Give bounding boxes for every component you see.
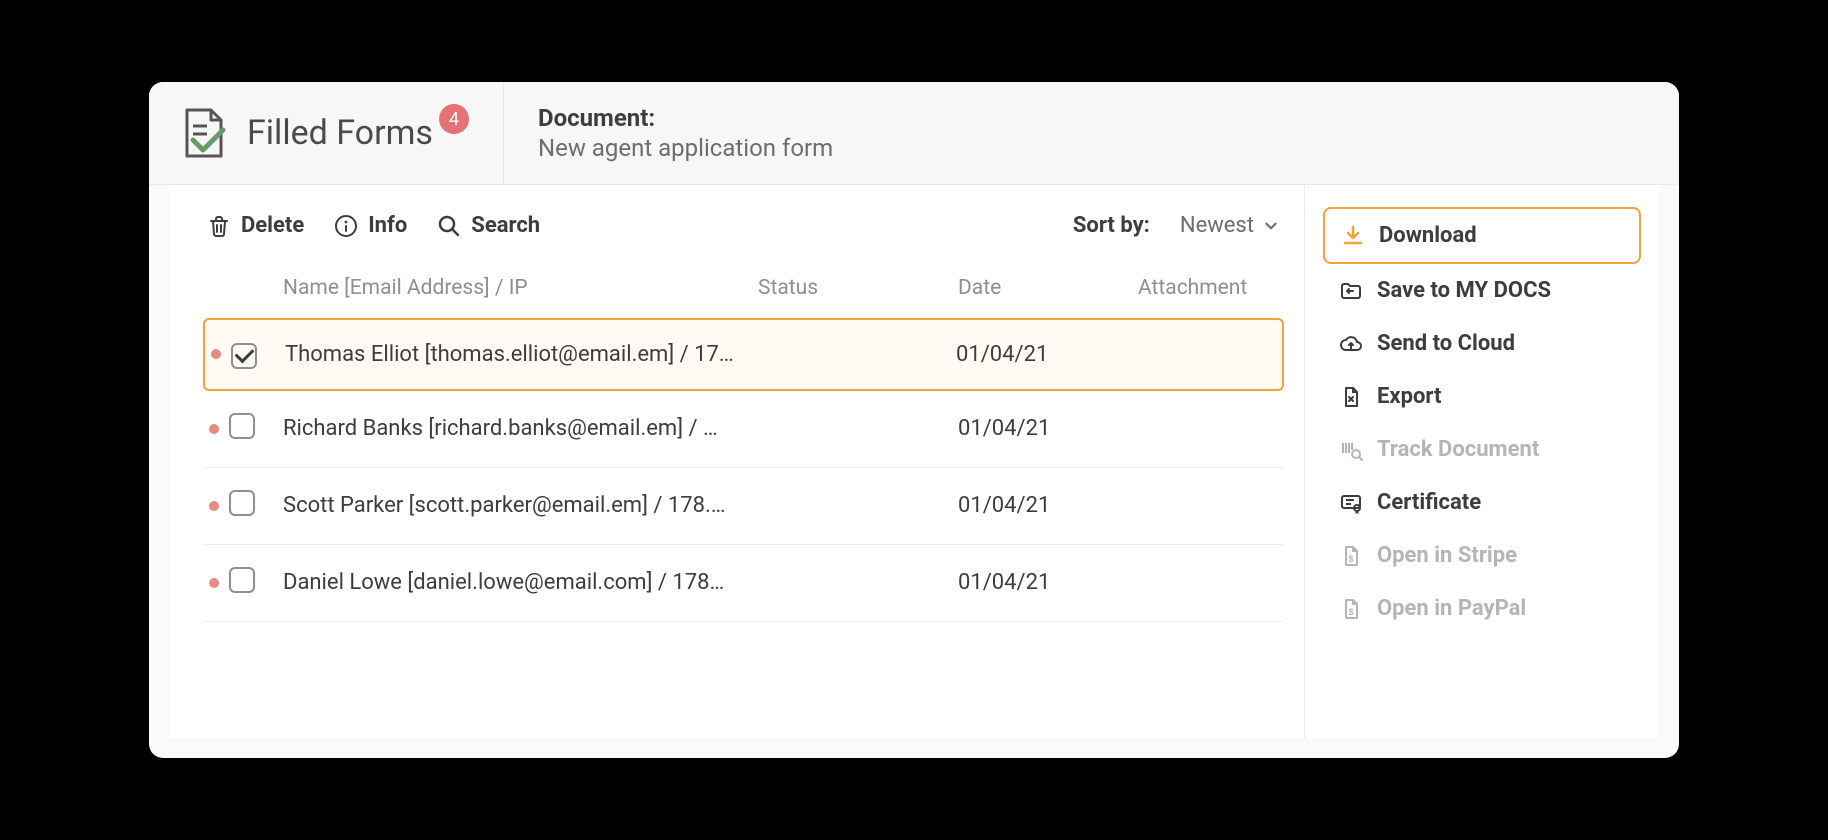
info-label: Info bbox=[368, 213, 407, 238]
content: Delete Info Search bbox=[169, 185, 1659, 738]
download-icon bbox=[1341, 224, 1365, 248]
row-checkbox[interactable] bbox=[231, 343, 257, 369]
row-date: 01/04/21 bbox=[958, 416, 1138, 441]
table-row[interactable]: Daniel Lowe [daniel.lowe@email.com] / 17… bbox=[203, 545, 1284, 622]
row-name: Richard Banks [richard.banks@email.em] /… bbox=[283, 416, 758, 441]
open-in-stripe-label: Open in Stripe bbox=[1377, 543, 1517, 568]
info-icon bbox=[334, 214, 358, 238]
sort-value-text: Newest bbox=[1180, 213, 1254, 238]
row-date: 01/04/21 bbox=[958, 493, 1138, 518]
table-row[interactable]: Richard Banks [richard.banks@email.em] /… bbox=[203, 391, 1284, 468]
track-document-label: Track Document bbox=[1377, 437, 1539, 462]
toolbar: Delete Info Search bbox=[203, 209, 1284, 266]
certificate-icon bbox=[1339, 491, 1363, 515]
sort-select[interactable]: Newest bbox=[1180, 213, 1280, 238]
document-dollar-icon: $ bbox=[1339, 597, 1363, 621]
row-name: Daniel Lowe [daniel.lowe@email.com] / 17… bbox=[283, 570, 758, 595]
send-to-cloud-label: Send to Cloud bbox=[1377, 331, 1515, 356]
search-icon bbox=[437, 214, 461, 238]
table-row[interactable]: Thomas Elliot [thomas.elliot@email.em] /… bbox=[203, 318, 1284, 391]
main-panel: Delete Info Search bbox=[169, 185, 1305, 738]
forms-count-badge: 4 bbox=[439, 104, 469, 134]
send-to-cloud-button[interactable]: Send to Cloud bbox=[1323, 317, 1641, 370]
chevron-down-icon bbox=[1262, 217, 1280, 235]
row-date: 01/04/21 bbox=[956, 342, 1136, 367]
stage: Filled Forms 4 Document: New agent appli… bbox=[0, 0, 1828, 840]
search-button[interactable]: Search bbox=[437, 213, 540, 238]
save-to-my-docs-label: Save to MY DOCS bbox=[1377, 278, 1551, 303]
document-name: New agent application form bbox=[538, 134, 833, 162]
download-label: Download bbox=[1379, 223, 1477, 248]
export-label: Export bbox=[1377, 384, 1441, 409]
column-date: Date bbox=[958, 276, 1138, 300]
document-label: Document: bbox=[538, 104, 833, 132]
svg-text:$: $ bbox=[1348, 554, 1353, 564]
trash-icon bbox=[207, 214, 231, 238]
column-status: Status bbox=[758, 276, 958, 300]
document-dollar-icon: $ bbox=[1339, 544, 1363, 568]
status-dot-icon bbox=[209, 501, 219, 511]
column-name: Name [Email Address] / IP bbox=[283, 276, 758, 300]
folder-arrow-icon bbox=[1339, 279, 1363, 303]
certificate-label: Certificate bbox=[1377, 490, 1481, 515]
barcode-search-icon bbox=[1339, 438, 1363, 462]
download-button[interactable]: Download bbox=[1323, 207, 1641, 264]
column-attachment: Attachment bbox=[1138, 276, 1278, 300]
row-checkbox[interactable] bbox=[229, 413, 255, 439]
row-checkbox[interactable] bbox=[229, 490, 255, 516]
header: Filled Forms 4 Document: New agent appli… bbox=[149, 82, 1679, 185]
sort-by-label: Sort by: bbox=[1073, 213, 1150, 238]
status-dot-icon bbox=[209, 578, 219, 588]
row-date: 01/04/21 bbox=[958, 570, 1138, 595]
row-name: Scott Parker [scott.parker@email.em] / 1… bbox=[283, 493, 758, 518]
row-name: Thomas Elliot [thomas.elliot@email.em] /… bbox=[285, 342, 756, 367]
status-dot-icon bbox=[211, 349, 221, 359]
delete-label: Delete bbox=[241, 213, 304, 238]
search-label: Search bbox=[471, 213, 540, 238]
row-checkbox[interactable] bbox=[229, 567, 255, 593]
header-title-block: Filled Forms 4 bbox=[149, 82, 504, 184]
table-row[interactable]: Scott Parker [scott.parker@email.em] / 1… bbox=[203, 468, 1284, 545]
page-title: Filled Forms bbox=[247, 113, 433, 153]
export-button[interactable]: Export bbox=[1323, 370, 1641, 423]
certificate-button[interactable]: Certificate bbox=[1323, 476, 1641, 529]
open-in-paypal-label: Open in PayPal bbox=[1377, 596, 1526, 621]
delete-button[interactable]: Delete bbox=[207, 213, 304, 238]
filled-forms-icon bbox=[177, 106, 231, 160]
export-icon bbox=[1339, 385, 1363, 409]
header-document-block: Document: New agent application form bbox=[504, 82, 867, 184]
side-panel: Download Save to MY DOCS Send to Cloud bbox=[1305, 185, 1659, 738]
app-window: Filled Forms 4 Document: New agent appli… bbox=[149, 82, 1679, 758]
table-header: Name [Email Address] / IP Status Date At… bbox=[203, 266, 1284, 318]
track-document-button: Track Document bbox=[1323, 423, 1641, 476]
save-to-my-docs-button[interactable]: Save to MY DOCS bbox=[1323, 264, 1641, 317]
svg-text:$: $ bbox=[1348, 607, 1353, 617]
info-button[interactable]: Info bbox=[334, 213, 407, 238]
open-in-paypal-button: $ Open in PayPal bbox=[1323, 582, 1641, 635]
status-dot-icon bbox=[209, 424, 219, 434]
open-in-stripe-button: $ Open in Stripe bbox=[1323, 529, 1641, 582]
cloud-upload-icon bbox=[1339, 332, 1363, 356]
